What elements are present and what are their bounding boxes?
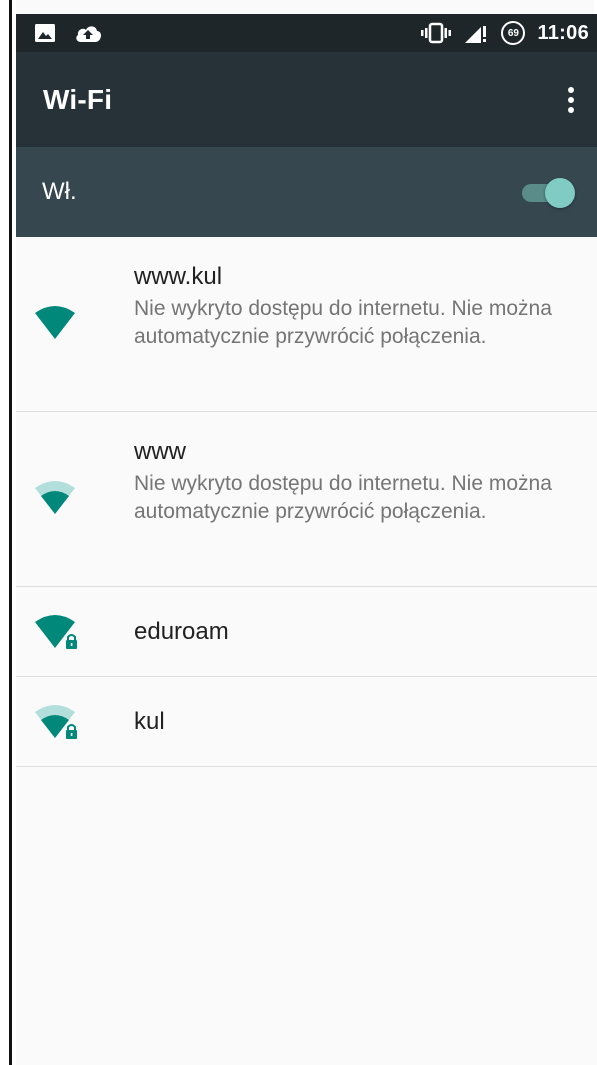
image-icon [34, 23, 56, 43]
network-item-kul[interactable]: kul [16, 677, 597, 767]
network-item-www[interactable]: www Nie wykryto dostępu do internetu. Ni… [16, 412, 597, 587]
battery-icon: 69 [501, 21, 526, 45]
app-bar: Wi-Fi [16, 52, 597, 147]
network-ssid: kul [134, 707, 165, 735]
wifi-toggle[interactable] [519, 176, 575, 208]
vibrate-icon [421, 22, 452, 44]
overflow-menu-icon[interactable] [559, 80, 583, 120]
status-bar: 69 11:06 [16, 14, 597, 52]
screenshot-frame: 69 11:06 Wi-Fi Wł. www.kul Nie wykryto d… [0, 0, 597, 1065]
signal-icon [463, 22, 489, 44]
network-ssid: www [134, 438, 186, 465]
left-border [0, 0, 16, 1065]
network-ssid: www.kul [134, 263, 223, 290]
wifi-signal-full-icon [34, 305, 76, 341]
page-title: Wi-Fi [43, 83, 113, 115]
wifi-signal-medium-icon [34, 480, 76, 516]
phone-screen: 69 11:06 Wi-Fi Wł. www.kul Nie wykryto d… [16, 14, 597, 1065]
cloud-upload-icon [74, 23, 102, 43]
status-time: 11:06 [537, 21, 589, 44]
network-status: Nie wykryto dostępu do internetu. Nie mo… [134, 297, 552, 348]
network-ssid: eduroam [134, 617, 229, 645]
network-item-www-kul[interactable]: www.kul Nie wykryto dostępu do internetu… [16, 237, 597, 412]
wifi-secured-medium-icon [34, 704, 80, 740]
network-status: Nie wykryto dostępu do internetu. Nie mo… [134, 472, 552, 523]
network-list: www.kul Nie wykryto dostępu do internetu… [16, 237, 597, 767]
network-item-eduroam[interactable]: eduroam [16, 587, 597, 677]
wifi-secured-full-icon [34, 614, 80, 650]
wifi-switch-label: Wł. [42, 178, 77, 205]
wifi-master-switch-bar[interactable]: Wł. [16, 147, 597, 237]
